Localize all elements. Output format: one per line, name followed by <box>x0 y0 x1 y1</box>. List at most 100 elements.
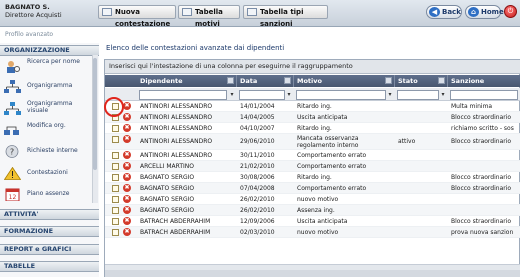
edit-icon[interactable] <box>112 218 119 225</box>
filter-input-stato[interactable] <box>397 90 439 100</box>
sidebar-item-contestazioni[interactable]: Contestazioni <box>0 164 92 184</box>
delete-icon[interactable]: ✖ <box>123 184 131 192</box>
filter-input-dipendente[interactable] <box>139 90 227 100</box>
filter-funnel-icon[interactable]: ▾ <box>439 90 447 100</box>
power-icon[interactable]: ⏻ <box>504 5 517 18</box>
filter-funnel-icon[interactable]: ▾ <box>285 90 293 100</box>
filter-input-sanzione[interactable] <box>450 90 518 100</box>
column-header-data[interactable]: Data <box>237 75 294 87</box>
column-menu-icon[interactable] <box>438 77 445 84</box>
table-row[interactable]: ✖ ANTINORI ALESSANDRO 29/06/2010 Mancata os… <box>105 134 520 150</box>
cell-stato <box>395 194 448 205</box>
delete-icon[interactable]: ✖ <box>123 102 131 110</box>
edit-icon[interactable] <box>112 196 119 203</box>
column-header-motivo[interactable]: Motivo <box>294 75 395 87</box>
cell-dipendente: BAGNATO SERGIO <box>140 196 195 203</box>
sidebar-section-attivita[interactable]: ATTIVITA' <box>0 209 99 220</box>
sidebar-item-piano-assenze[interactable]: 12 Piano assenze <box>0 185 92 205</box>
edit-icon[interactable] <box>112 125 119 132</box>
back-button[interactable]: ◀ Back <box>426 5 462 19</box>
cell-dipendente: ANTINORI ALESSANDRO <box>140 138 213 145</box>
column-header-stato[interactable]: Stato <box>395 75 448 87</box>
table-icon <box>247 8 257 16</box>
edit-icon[interactable] <box>112 152 119 159</box>
edit-icon[interactable] <box>112 185 119 192</box>
delete-icon[interactable]: ✖ <box>123 124 131 132</box>
cell-data: 04/10/2007 <box>240 125 275 132</box>
org-chart-visual-icon <box>4 102 21 115</box>
sidebar-section-tabelle[interactable]: TABELLE <box>0 261 99 272</box>
cell-motivo: nuovo motivo <box>297 229 339 236</box>
column-menu-icon[interactable] <box>227 77 234 84</box>
table-row[interactable]: ✖ BAGNATO SERGIO 07/04/2008 Comportamento e… <box>105 183 520 194</box>
edit-icon[interactable] <box>112 207 119 214</box>
table-row[interactable]: ✖ BAGNATO SERGIO 26/02/2010 Assenza ing. <box>105 205 520 216</box>
sidebar-item-organigramma-visuale[interactable]: Organigramma visuale <box>0 99 92 119</box>
edit-icon[interactable] <box>112 229 119 236</box>
sidebar-section-report[interactable]: REPORT e GRAFICI <box>0 244 99 255</box>
delete-icon[interactable]: ✖ <box>123 173 131 181</box>
cell-dipendente: ARCELLI MARTINO <box>140 163 194 170</box>
sanction-types-button[interactable]: Tabella tipi sanzioni <box>243 5 328 28</box>
sidebar-scroll-thumb[interactable] <box>93 58 97 170</box>
sidebar-item-richieste[interactable]: ? Richieste interne <box>0 142 92 162</box>
table-row[interactable]: ✖ ANTINORI ALESSANDRO 30/11/2010 Comportame… <box>105 150 520 161</box>
delete-icon[interactable]: ✖ <box>123 206 131 214</box>
sidebar-section-organizzazione[interactable]: ORGANIZZAZIONE <box>0 45 99 56</box>
cell-motivo: Assenza ing. <box>297 207 335 214</box>
table-row[interactable]: ✖ ANTINORI ALESSANDRO 14/01/2004 Ritardo in… <box>105 101 520 112</box>
cell-sanzione: prova nuova sanzion <box>451 229 514 236</box>
cell-data: 02/03/2010 <box>240 229 275 236</box>
page-title: Elenco delle contestazioni avanzate dai … <box>106 44 285 52</box>
filter-funnel-icon[interactable]: ▾ <box>386 90 394 100</box>
table-row[interactable]: ✖ BATRACH ABDERRAHIM 12/09/2006 Uscita anti… <box>105 216 520 227</box>
cell-motivo: Ritardo ing. <box>297 174 332 181</box>
filter-funnel-icon[interactable]: ▾ <box>228 90 236 100</box>
sidebar-item-ricerca[interactable]: Ricerca per nome <box>0 57 92 77</box>
filter-input-data[interactable] <box>239 90 285 100</box>
cell-stato <box>395 101 448 112</box>
delete-icon[interactable]: ✖ <box>123 195 131 203</box>
cell-sanzione: Blocco straordinario <box>451 185 512 192</box>
cell-dipendente: BAGNATO SERGIO <box>140 207 195 214</box>
group-by-area[interactable]: Inserisci qui l'intestazione di una colo… <box>105 60 520 74</box>
cell-motivo: Ritardo ing. <box>297 103 332 110</box>
edit-icon[interactable] <box>112 174 119 181</box>
column-header-dipendente[interactable]: Dipendente <box>137 75 237 87</box>
filter-input-motivo[interactable] <box>296 90 386 100</box>
delete-icon[interactable]: ✖ <box>123 151 131 159</box>
new-contestation-button[interactable]: Nuova contestazione <box>98 5 176 28</box>
table-row[interactable]: ✖ ANTINORI ALESSANDRO 14/04/2005 Uscita ant… <box>105 112 520 123</box>
table-row[interactable]: ✖ BAGNATO SERGIO 30/08/2006 Ritardo ing. Blo… <box>105 172 520 183</box>
cell-dipendente: ANTINORI ALESSANDRO <box>140 114 213 121</box>
table-row[interactable]: ✖ BAGNATO SERGIO 26/02/2010 nuovo motivo <box>105 194 520 205</box>
cell-data: 12/09/2006 <box>240 218 275 225</box>
home-button[interactable]: ⌂ Home <box>465 5 504 19</box>
table-row[interactable]: ✖ ARCELLI MARTINO 21/02/2010 Comportamento … <box>105 161 520 172</box>
delete-icon[interactable]: ✖ <box>123 162 131 170</box>
table-row[interactable]: ✖ BATRACH ABDERRAHIM 02/03/2010 nuovo motiv… <box>105 227 520 238</box>
delete-icon[interactable]: ✖ <box>123 135 131 143</box>
cell-dipendente: ANTINORI ALESSANDRO <box>140 125 213 132</box>
cell-sanzione <box>448 194 520 205</box>
sidebar-item-modifica-org[interactable]: Modifica org. <box>0 121 92 141</box>
edit-icon[interactable] <box>112 163 119 170</box>
column-header-sanzione[interactable]: Sanzione <box>448 75 520 87</box>
edit-icon[interactable] <box>112 136 119 143</box>
sidebar-section-formazione[interactable]: FORMAZIONE <box>0 226 99 237</box>
delete-icon[interactable]: ✖ <box>123 217 131 225</box>
column-menu-icon[interactable] <box>284 77 291 84</box>
cell-stato: attivo <box>398 138 416 145</box>
column-menu-icon[interactable] <box>385 77 392 84</box>
cell-motivo: Comportamento errato <box>297 152 367 159</box>
cell-dipendente: BAGNATO SERGIO <box>140 174 195 181</box>
home-icon: ⌂ <box>468 7 479 17</box>
delete-icon[interactable]: ✖ <box>123 228 131 236</box>
reasons-table-button[interactable]: Tabella motivi <box>178 5 240 28</box>
table-row[interactable]: ✖ ANTINORI ALESSANDRO 04/10/2007 Ritardo in… <box>105 123 520 134</box>
user-name: BAGNATO S. <box>5 3 50 11</box>
cell-motivo: Ritardo ing. <box>297 125 332 132</box>
delete-icon[interactable]: ✖ <box>123 113 131 121</box>
sidebar-item-organigramma[interactable]: Organigramma <box>0 77 92 97</box>
document-icon <box>102 8 112 16</box>
